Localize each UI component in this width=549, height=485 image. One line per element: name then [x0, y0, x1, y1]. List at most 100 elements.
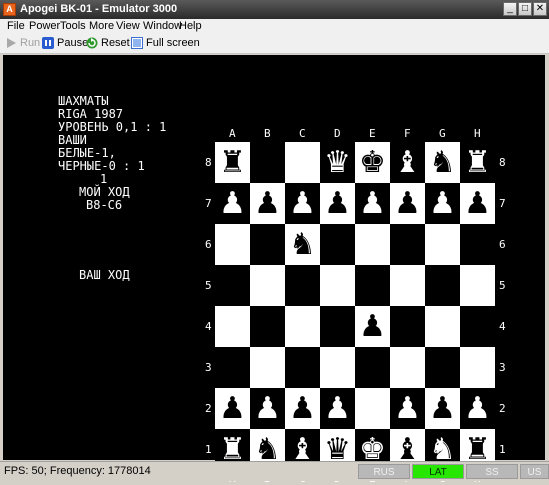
run-button[interactable]: Run: [6, 37, 40, 51]
square-c6[interactable]: ♞: [285, 224, 320, 265]
square-g4[interactable]: [425, 306, 460, 347]
square-d3[interactable]: [320, 347, 355, 388]
white-pawn-piece[interactable]: ♟: [285, 388, 320, 429]
white-pawn-piece[interactable]: ♟: [460, 388, 495, 429]
title-bar: A Apogei BK-01 - Emulator 3000 _ □ ✕: [0, 0, 549, 19]
square-c7[interactable]: ♟: [285, 183, 320, 224]
square-a3[interactable]: [215, 347, 250, 388]
square-b4[interactable]: [250, 306, 285, 347]
rank-label-5: 5: [499, 279, 506, 292]
black-pawn-piece[interactable]: ♟: [390, 183, 425, 224]
square-f5[interactable]: [390, 265, 425, 306]
square-a8[interactable]: ♜: [215, 142, 250, 183]
square-c4[interactable]: [285, 306, 320, 347]
square-g3[interactable]: [425, 347, 460, 388]
square-a4[interactable]: [215, 306, 250, 347]
your-move-label: ВАШ ХОД: [79, 268, 130, 282]
fullscreen-button[interactable]: Full screen: [131, 37, 200, 51]
square-h7[interactable]: ♟: [460, 183, 495, 224]
black-pawn-piece[interactable]: ♟: [250, 183, 285, 224]
black-knight-piece[interactable]: ♞: [425, 142, 460, 183]
square-e7[interactable]: ♟: [355, 183, 390, 224]
square-f2[interactable]: ♟: [390, 388, 425, 429]
square-h2[interactable]: ♟: [460, 388, 495, 429]
black-knight-piece[interactable]: ♞: [285, 224, 320, 265]
square-b7[interactable]: ♟: [250, 183, 285, 224]
square-d8[interactable]: ♛: [320, 142, 355, 183]
black-pawn-piece[interactable]: ♟: [285, 183, 320, 224]
menu-tools[interactable]: Tools: [60, 20, 86, 32]
square-c5[interactable]: [285, 265, 320, 306]
square-h4[interactable]: [460, 306, 495, 347]
square-h5[interactable]: [460, 265, 495, 306]
square-b3[interactable]: [250, 347, 285, 388]
black-king-piece[interactable]: ♚: [355, 142, 390, 183]
reset-label: Reset: [101, 37, 130, 49]
chess-board[interactable]: ♜ ♛ ♚ ♝ ♞ ♜ ♟ ♟ ♟ ♟ ♟ ♟ ♟ ♟ ♞ ♟ ♟ ♟ ♟ ♟ ♟ ♟ ♟ ♜ ♞ ♝ ♛ ♚ ♝ ♞ ♜: [215, 142, 495, 470]
black-pawn-piece[interactable]: ♟: [425, 183, 460, 224]
square-e2[interactable]: [355, 388, 390, 429]
black-bishop-piece[interactable]: ♝: [390, 142, 425, 183]
menu-help[interactable]: Help: [179, 20, 202, 32]
square-h3[interactable]: [460, 347, 495, 388]
minimize-button[interactable]: _: [503, 2, 517, 16]
square-g2[interactable]: ♟: [425, 388, 460, 429]
menu-power[interactable]: Power: [29, 20, 60, 32]
white-pawn-piece[interactable]: ♟: [355, 306, 390, 347]
square-g5[interactable]: [425, 265, 460, 306]
menu-view[interactable]: View: [116, 20, 140, 32]
black-rook-piece[interactable]: ♜: [215, 142, 250, 183]
square-e8[interactable]: ♚: [355, 142, 390, 183]
square-b2[interactable]: ♟: [250, 388, 285, 429]
square-d7[interactable]: ♟: [320, 183, 355, 224]
square-f7[interactable]: ♟: [390, 183, 425, 224]
square-g7[interactable]: ♟: [425, 183, 460, 224]
square-d5[interactable]: [320, 265, 355, 306]
square-d4[interactable]: [320, 306, 355, 347]
square-c8[interactable]: [285, 142, 320, 183]
square-h8[interactable]: ♜: [460, 142, 495, 183]
white-pawn-piece[interactable]: ♟: [390, 388, 425, 429]
menu-more[interactable]: More: [89, 20, 114, 32]
square-b6[interactable]: [250, 224, 285, 265]
black-rook-piece[interactable]: ♜: [460, 142, 495, 183]
square-g6[interactable]: [425, 224, 460, 265]
white-pawn-piece[interactable]: ♟: [320, 388, 355, 429]
square-e3[interactable]: [355, 347, 390, 388]
square-e6[interactable]: [355, 224, 390, 265]
close-button[interactable]: ✕: [533, 2, 547, 16]
square-g8[interactable]: ♞: [425, 142, 460, 183]
toolbar: Run Pause Reset Full screen: [0, 35, 549, 54]
square-a2[interactable]: ♟: [215, 388, 250, 429]
square-c2[interactable]: ♟: [285, 388, 320, 429]
square-d6[interactable]: [320, 224, 355, 265]
black-pawn-piece[interactable]: ♟: [355, 183, 390, 224]
square-e4[interactable]: ♟: [355, 306, 390, 347]
black-pawn-piece[interactable]: ♟: [320, 183, 355, 224]
white-pawn-piece[interactable]: ♟: [425, 388, 460, 429]
square-e5[interactable]: [355, 265, 390, 306]
square-f6[interactable]: [390, 224, 425, 265]
square-b5[interactable]: [250, 265, 285, 306]
square-a5[interactable]: [215, 265, 250, 306]
reset-button[interactable]: Reset: [86, 37, 130, 51]
black-pawn-piece[interactable]: ♟: [215, 183, 250, 224]
square-c3[interactable]: [285, 347, 320, 388]
square-f4[interactable]: [390, 306, 425, 347]
menu-window[interactable]: Window: [143, 20, 182, 32]
black-pawn-piece[interactable]: ♟: [460, 183, 495, 224]
emulator-screen[interactable]: ШАХМАТЫ RIGA 1987 УРОВЕНЬ 0,1 : 1 ВАШИ Б…: [3, 55, 545, 484]
square-f8[interactable]: ♝: [390, 142, 425, 183]
black-queen-piece[interactable]: ♛: [320, 142, 355, 183]
square-a6[interactable]: [215, 224, 250, 265]
square-d2[interactable]: ♟: [320, 388, 355, 429]
maximize-button[interactable]: □: [518, 2, 532, 16]
square-b8[interactable]: [250, 142, 285, 183]
square-f3[interactable]: [390, 347, 425, 388]
square-h6[interactable]: [460, 224, 495, 265]
menu-file[interactable]: File: [7, 20, 25, 32]
white-pawn-piece[interactable]: ♟: [250, 388, 285, 429]
square-a7[interactable]: ♟: [215, 183, 250, 224]
pause-button[interactable]: Pause: [42, 37, 88, 51]
white-pawn-piece[interactable]: ♟: [215, 388, 250, 429]
